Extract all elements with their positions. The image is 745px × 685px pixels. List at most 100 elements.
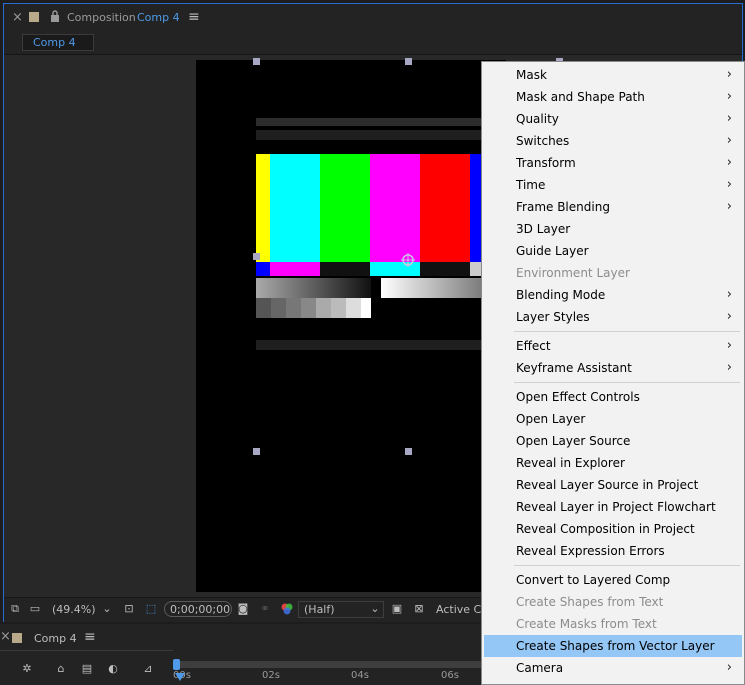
handle-mid-left[interactable] bbox=[253, 253, 260, 260]
menu-item-label: Create Shapes from Text bbox=[516, 595, 664, 609]
menu-item-label: Layer Styles bbox=[516, 310, 590, 324]
frame-blending-icon[interactable]: ▤ bbox=[80, 662, 94, 676]
toggle-grid-icon[interactable]: ⊠ bbox=[412, 602, 426, 616]
bar-magenta bbox=[370, 154, 420, 262]
menu-item-label: Open Layer bbox=[516, 412, 586, 426]
camera-snapshot-icon[interactable]: ◙ bbox=[236, 602, 250, 616]
submenu-chevron-icon: › bbox=[726, 155, 732, 170]
timeline-close-icon[interactable]: × bbox=[0, 629, 11, 644]
menu-item-3d-layer[interactable]: 3D Layer bbox=[484, 218, 742, 240]
menu-item-label: Convert to Layered Comp bbox=[516, 573, 671, 587]
submenu-chevron-icon: › bbox=[726, 67, 732, 82]
gradient-light bbox=[381, 278, 486, 298]
resolution-value: (Half) bbox=[304, 603, 335, 616]
tab-comp-4[interactable]: Comp 4 bbox=[22, 34, 94, 51]
layer-bottom-strip bbox=[256, 340, 486, 350]
panel-menu-icon[interactable]: ≡ bbox=[188, 9, 200, 25]
menu-item-camera[interactable]: Camera › bbox=[484, 657, 742, 679]
menu-item-label: Mask and Shape Path bbox=[516, 90, 645, 104]
menu-item-reveal-layer-in-project-flowchart[interactable]: Reveal Layer in Project Flowchart bbox=[484, 496, 742, 518]
step-3 bbox=[286, 298, 301, 318]
menu-item-label: Time bbox=[516, 178, 546, 192]
menu-item-mask[interactable]: Mask › bbox=[484, 64, 742, 86]
playhead-icon[interactable] bbox=[175, 673, 185, 681]
composition-canvas[interactable] bbox=[196, 60, 506, 592]
menu-item-switches[interactable]: Switches › bbox=[484, 130, 742, 152]
monitor-icon[interactable]: ▭ bbox=[28, 602, 42, 616]
show-snapshot-icon[interactable]: ⚭ bbox=[258, 602, 272, 616]
timeline-tab-comp-4[interactable]: Comp 4 bbox=[34, 632, 77, 645]
menu-item-open-effect-controls[interactable]: Open Effect Controls bbox=[484, 386, 742, 408]
menu-item-layer-styles[interactable]: Layer Styles › bbox=[484, 306, 742, 328]
menu-item-label: Reveal Layer Source in Project bbox=[516, 478, 699, 492]
fast-previews-icon[interactable]: ▣ bbox=[390, 602, 404, 616]
channels-icon[interactable] bbox=[280, 602, 294, 616]
ruler-label: 02s bbox=[262, 670, 280, 681]
step-5 bbox=[316, 298, 331, 318]
menu-item-time[interactable]: Time › bbox=[484, 174, 742, 196]
menu-item-reveal-composition-in-project[interactable]: Reveal Composition in Project bbox=[484, 518, 742, 540]
menu-item-label: Blending Mode bbox=[516, 288, 606, 302]
timeline-menu-icon[interactable]: ≡ bbox=[84, 629, 96, 645]
menu-item-label: Open Layer Source bbox=[516, 434, 631, 448]
menu-item-create-shapes-from-vector-layer[interactable]: Create Shapes from Vector Layer bbox=[484, 635, 742, 657]
zoom-dropdown-chevron-icon[interactable]: ⌄ bbox=[100, 602, 114, 616]
menu-item-mask-and-shape-path[interactable]: Mask and Shape Path › bbox=[484, 86, 742, 108]
hide-shy-layers-icon[interactable]: ⌂ bbox=[54, 662, 68, 676]
menu-item-open-layer-source[interactable]: Open Layer Source bbox=[484, 430, 742, 452]
submenu-chevron-icon: › bbox=[726, 111, 732, 126]
handle-bottom-center[interactable] bbox=[405, 448, 412, 455]
composition-color-icon bbox=[29, 12, 39, 22]
always-preview-icon[interactable]: ⧉ bbox=[8, 602, 22, 616]
menu-item-guide-layer[interactable]: Guide Layer bbox=[484, 240, 742, 262]
menu-item-reveal-expression-errors[interactable]: Reveal Expression Errors bbox=[484, 540, 742, 562]
menu-item-label: Reveal Composition in Project bbox=[516, 522, 695, 536]
submenu-chevron-icon: › bbox=[726, 660, 732, 675]
step-4 bbox=[301, 298, 316, 318]
submenu-chevron-icon: › bbox=[726, 287, 732, 302]
lock-icon[interactable] bbox=[50, 10, 60, 22]
menu-item-blending-mode[interactable]: Blending Mode › bbox=[484, 284, 742, 306]
rev-magenta bbox=[270, 262, 320, 276]
menu-item-label: Environment Layer bbox=[516, 266, 630, 280]
menu-separator bbox=[514, 331, 740, 332]
menu-item-keyframe-assistant[interactable]: Keyframe Assistant › bbox=[484, 357, 742, 379]
menu-item-reveal-in-explorer[interactable]: Reveal in Explorer bbox=[484, 452, 742, 474]
menu-item-frame-blending[interactable]: Frame Blending › bbox=[484, 196, 742, 218]
timecode-value: 0;00;00;00 bbox=[170, 603, 231, 616]
step-8 bbox=[361, 298, 371, 318]
transparency-grid-icon[interactable]: ⬚ bbox=[144, 602, 158, 616]
gradient-dark bbox=[256, 278, 371, 298]
submenu-chevron-icon: › bbox=[726, 133, 732, 148]
menu-item-reveal-layer-source-in-project[interactable]: Reveal Layer Source in Project bbox=[484, 474, 742, 496]
handle-bottom-left[interactable] bbox=[253, 448, 260, 455]
ruler-label: 04s bbox=[351, 670, 369, 681]
menu-item-quality[interactable]: Quality › bbox=[484, 108, 742, 130]
menu-item-label: 3D Layer bbox=[516, 222, 571, 236]
motion-blur-icon[interactable]: ◐ bbox=[106, 662, 120, 676]
menu-item-label: Create Masks from Text bbox=[516, 617, 657, 631]
graph-editor-icon[interactable]: ⊿ bbox=[141, 662, 155, 676]
submenu-chevron-icon: › bbox=[726, 338, 732, 353]
menu-item-transform[interactable]: Transform › bbox=[484, 152, 742, 174]
handle-top-left[interactable] bbox=[253, 58, 260, 65]
color-bars-layer[interactable] bbox=[196, 60, 506, 592]
step-7 bbox=[346, 298, 361, 318]
menu-separator bbox=[514, 382, 740, 383]
resolution-chevron-icon: ⌄ bbox=[370, 602, 380, 615]
zoom-level[interactable]: (49.4%) bbox=[52, 603, 96, 616]
rev-black-2 bbox=[420, 262, 470, 276]
step-2 bbox=[271, 298, 286, 318]
menu-item-convert-to-layered-comp[interactable]: Convert to Layered Comp bbox=[484, 569, 742, 591]
menu-item-effect[interactable]: Effect › bbox=[484, 335, 742, 357]
handle-top-center[interactable] bbox=[405, 58, 412, 65]
work-area-start-handle[interactable] bbox=[173, 659, 180, 670]
bar-red bbox=[420, 154, 470, 262]
draft-3d-icon[interactable]: ✲ bbox=[20, 662, 34, 676]
layer-top-strip-2 bbox=[256, 130, 486, 140]
menu-item-label: Camera bbox=[516, 661, 564, 675]
submenu-chevron-icon: › bbox=[726, 177, 732, 192]
region-of-interest-icon[interactable]: ⊡ bbox=[122, 602, 136, 616]
menu-item-open-layer[interactable]: Open Layer bbox=[484, 408, 742, 430]
close-panel-icon[interactable]: × bbox=[12, 10, 23, 25]
